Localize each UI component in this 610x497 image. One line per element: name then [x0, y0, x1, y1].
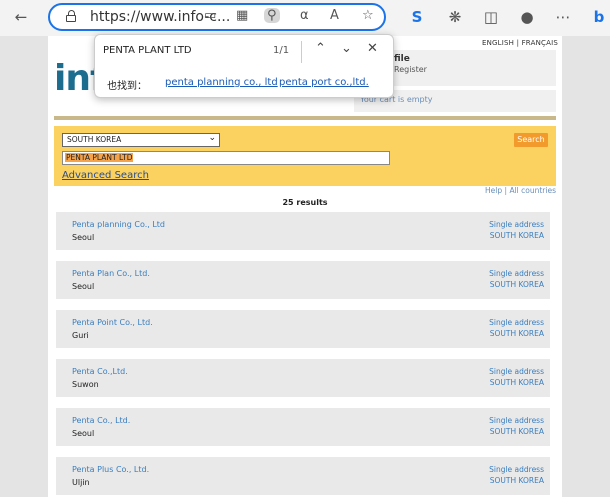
- help-links: Help | All countries: [485, 186, 556, 195]
- find-on-page-icon[interactable]: ⚲: [264, 8, 280, 23]
- result-type[interactable]: Single address: [489, 220, 544, 229]
- bing-icon[interactable]: b: [588, 6, 610, 28]
- country-value: SOUTH KOREA: [67, 135, 122, 144]
- results-count: 25 results: [282, 198, 328, 207]
- lang-english-link[interactable]: English: [482, 39, 514, 47]
- result-row[interactable]: Penta Point Co., Ltd. Guri Single addres…: [56, 310, 550, 348]
- result-row[interactable]: Penta planning Co., Ltd Seoul Single add…: [56, 212, 550, 250]
- chevron-down-icon[interactable]: ⌄: [341, 41, 352, 56]
- result-country[interactable]: SOUTH KOREA: [490, 427, 544, 436]
- search-query-highlight: PENTA PLANT LTD: [65, 153, 134, 162]
- result-name[interactable]: Penta planning Co., Ltd: [72, 220, 165, 229]
- result-city: Guri: [72, 331, 89, 340]
- extensions-puzzle-icon[interactable]: ❋: [444, 6, 466, 28]
- result-city: Seoul: [72, 233, 95, 242]
- result-name[interactable]: Penta Co.,Ltd.: [72, 367, 128, 376]
- find-suggestion-link[interactable]: penta port co.,ltd.: [279, 77, 369, 88]
- lang-separator: |: [516, 39, 520, 47]
- result-country[interactable]: SOUTH KOREA: [490, 476, 544, 485]
- result-type[interactable]: Single address: [489, 367, 544, 376]
- country-select[interactable]: SOUTH KOREA ⌄: [62, 133, 220, 147]
- web-page: English | Français inf file Register You…: [48, 36, 562, 497]
- read-aloud-icon[interactable]: A: [330, 8, 339, 23]
- lang-french-link[interactable]: Français: [522, 39, 558, 47]
- close-icon[interactable]: ✕: [367, 41, 378, 56]
- result-type[interactable]: Single address: [489, 416, 544, 425]
- extension-s-icon[interactable]: S: [406, 6, 428, 28]
- result-country[interactable]: SOUTH KOREA: [490, 231, 544, 240]
- result-name[interactable]: Penta Co., Ltd.: [72, 416, 130, 425]
- help-separator: |: [504, 186, 508, 195]
- chevron-up-icon[interactable]: ⌃: [315, 41, 326, 56]
- result-country[interactable]: SOUTH KOREA: [490, 329, 544, 338]
- profile-title: file: [394, 54, 410, 64]
- header-divider: [54, 116, 556, 120]
- result-type[interactable]: Single address: [489, 318, 544, 327]
- register-link[interactable]: Register: [394, 65, 427, 74]
- find-on-page-bar: PENTA PLANT LTD 1/1 ⌃ ⌄ ✕ 也找到： penta pla…: [94, 34, 394, 98]
- help-link[interactable]: Help: [485, 186, 502, 195]
- find-match-count: 1/1: [273, 45, 290, 56]
- back-arrow-icon[interactable]: ←: [10, 6, 32, 28]
- grid-icon[interactable]: ▦: [236, 8, 248, 23]
- result-row[interactable]: Penta Co., Ltd. Seoul Single address SOU…: [56, 408, 550, 446]
- result-type[interactable]: Single address: [489, 465, 544, 474]
- language-switch: English | Français: [482, 39, 558, 47]
- lock-icon[interactable]: [66, 10, 77, 22]
- result-row[interactable]: Penta Co.,Ltd. Suwon Single address SOUT…: [56, 359, 550, 397]
- split-screen-icon[interactable]: ◫: [480, 6, 502, 28]
- search-panel: SOUTH KOREA ⌄ PENTA PLANT LTD Advanced S…: [54, 126, 556, 186]
- find-also-label: 也找到：: [107, 81, 147, 92]
- advanced-search-link[interactable]: Advanced Search: [62, 170, 149, 181]
- find-divider: [301, 41, 302, 63]
- address-bar[interactable]: https://www.info-c... ▭ ▦ ⚲ α A ☆: [48, 3, 386, 31]
- profile-avatar-icon[interactable]: ●: [516, 6, 538, 28]
- company-search-input[interactable]: PENTA PLANT LTD: [62, 151, 390, 165]
- result-type[interactable]: Single address: [489, 269, 544, 278]
- result-name[interactable]: Penta Plus Co., Ltd.: [72, 465, 149, 474]
- more-menu-icon[interactable]: ⋯: [552, 6, 574, 28]
- result-country[interactable]: SOUTH KOREA: [490, 280, 544, 289]
- favorite-star-icon[interactable]: ☆: [362, 8, 374, 23]
- chevron-down-icon: ⌄: [208, 133, 216, 143]
- browser-toolbar: ← https://www.info-c... ▭ ▦ ⚲ α A ☆ S ❋ …: [0, 0, 610, 36]
- result-name[interactable]: Penta Plan Co., Ltd.: [72, 269, 150, 278]
- translate-icon[interactable]: α: [300, 8, 309, 23]
- all-countries-link[interactable]: All countries: [509, 186, 556, 195]
- result-city: Seoul: [72, 429, 95, 438]
- find-suggestion-link[interactable]: penta planning co., ltd: [165, 77, 278, 88]
- search-button[interactable]: Search: [514, 133, 548, 147]
- result-city: Suwon: [72, 380, 99, 389]
- result-name[interactable]: Penta Point Co., Ltd.: [72, 318, 153, 327]
- result-city: Uljin: [72, 478, 90, 487]
- app-available-icon[interactable]: ▭: [204, 8, 216, 23]
- find-query-input[interactable]: PENTA PLANT LTD: [103, 45, 192, 56]
- result-country[interactable]: SOUTH KOREA: [490, 378, 544, 387]
- result-row[interactable]: Penta Plan Co., Ltd. Seoul Single addres…: [56, 261, 550, 299]
- result-city: Seoul: [72, 282, 95, 291]
- result-row[interactable]: Penta Plus Co., Ltd. Uljin Single addres…: [56, 457, 550, 495]
